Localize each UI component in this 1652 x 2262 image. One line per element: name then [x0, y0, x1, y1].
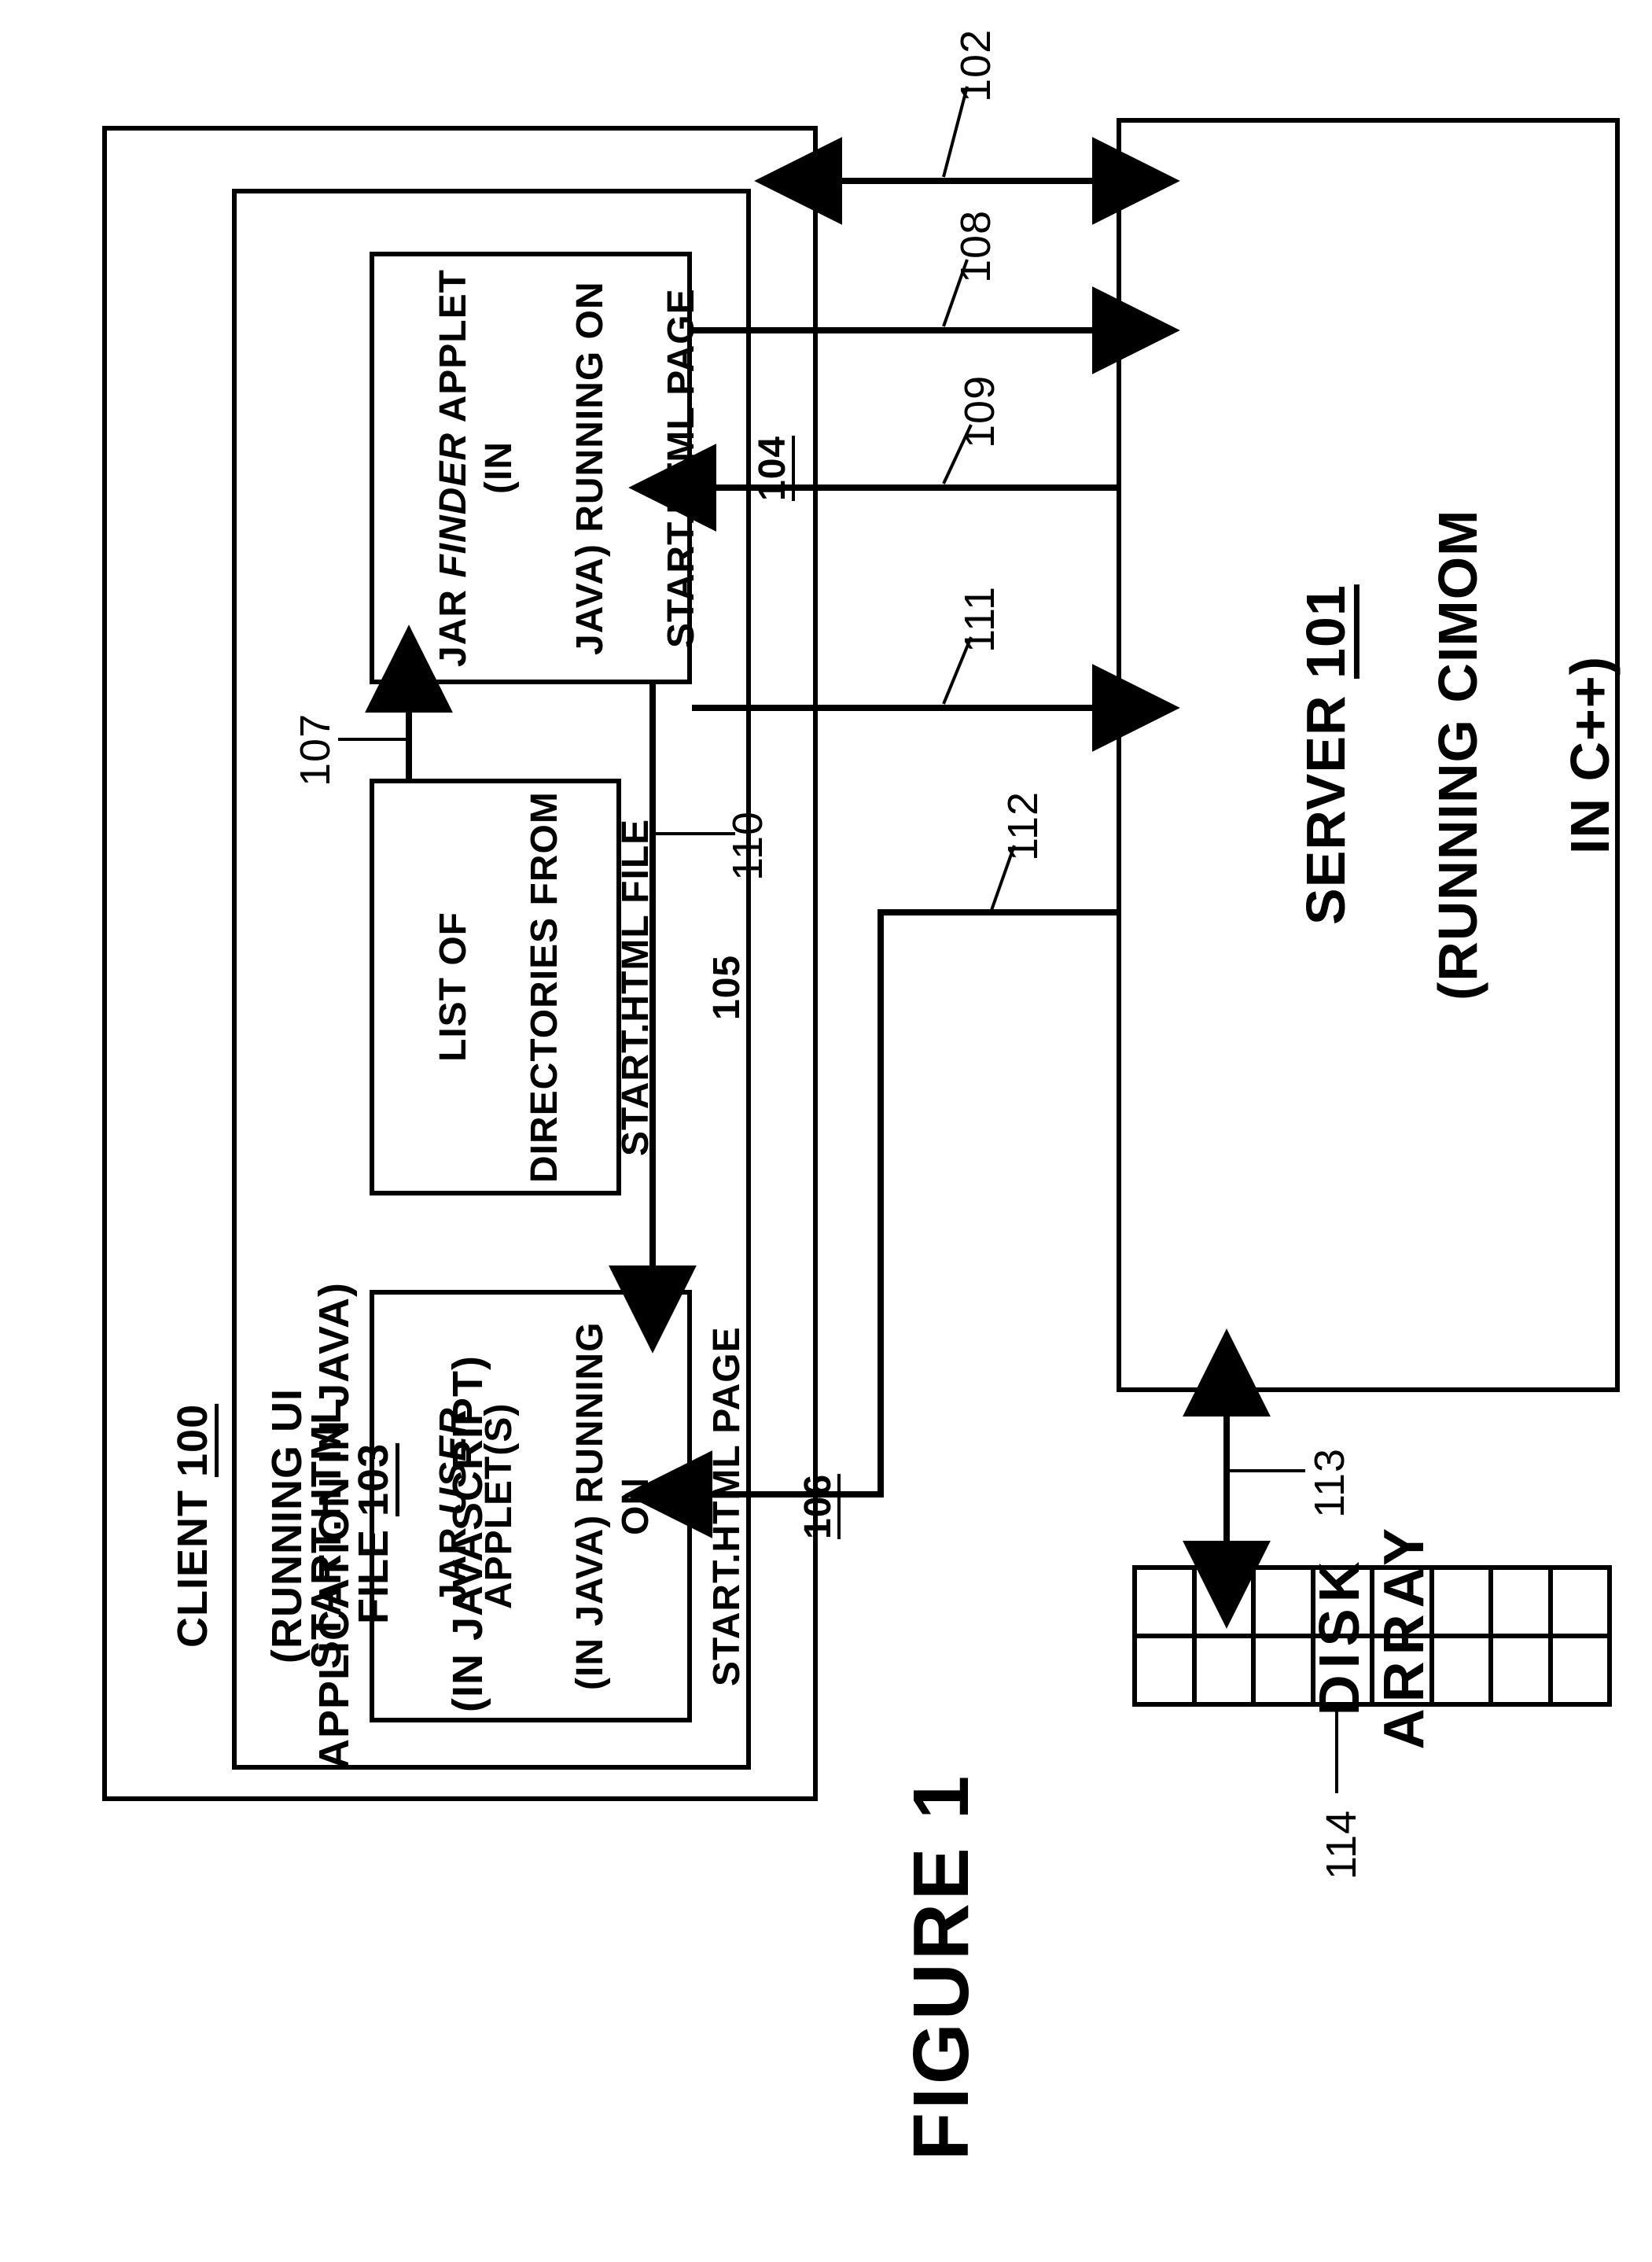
ref-113: 113 [1305, 1431, 1354, 1518]
ref-112: 112 [999, 775, 1047, 861]
ref-109: 109 [955, 362, 1004, 448]
diagram-page: CLIENT 100 (RUNNING UI APPLICATION IN JA… [0, 0, 1652, 2262]
ref-114: 114 [1317, 1793, 1366, 1880]
ref-107: 107 [291, 700, 340, 787]
ref-102: 102 [951, 16, 1000, 102]
ref-111: 111 [955, 566, 1004, 653]
ref-110: 110 [723, 794, 772, 881]
figure-title: FIGURE 1 [896, 1746, 1006, 2186]
ref-108: 108 [951, 197, 1000, 283]
connectors [0, 0, 1652, 2262]
